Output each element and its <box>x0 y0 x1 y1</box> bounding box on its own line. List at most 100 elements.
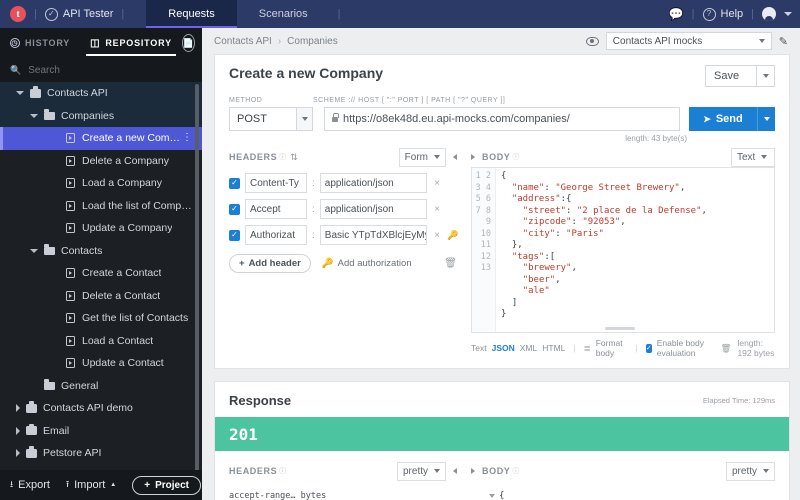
response-body-code[interactable]: { id: "0e8cedd0-ad98-11e6-bf2e-47644ada7… <box>471 489 775 500</box>
tree-item[interactable]: Update a Contact <box>0 352 202 375</box>
breadcrumb-item-0[interactable]: Contacts API <box>214 36 272 47</box>
header-key-input[interactable]: Authorizat <box>245 225 307 245</box>
tab-requests[interactable]: Requests <box>146 0 236 28</box>
tree-item-label: Delete a Company <box>82 155 169 167</box>
tree-item[interactable]: Update a Company <box>0 217 202 240</box>
document-icon[interactable]: 📄 <box>182 34 195 52</box>
sidebar-tab-history[interactable]: ◷ HISTORY <box>0 28 80 58</box>
import-button[interactable]: ⭱ Import ▲ <box>66 477 116 493</box>
sidebar-tab-repository[interactable]: ◫ REPOSITORY <box>80 28 182 58</box>
key-icon[interactable]: 🔑 <box>447 230 457 241</box>
close-icon[interactable]: × <box>432 230 442 241</box>
tree-item-label: Petstore API <box>43 447 101 459</box>
tree-item[interactable]: Create a new Company⋮ <box>0 127 202 150</box>
format-body-label[interactable]: Format body <box>596 338 628 358</box>
format-json[interactable]: JSON <box>492 343 515 353</box>
mock-environment-select[interactable]: Contacts API mocks <box>606 32 772 50</box>
format-xml[interactable]: XML <box>520 343 537 353</box>
chevron-down-icon[interactable] <box>16 91 24 95</box>
tree-item[interactable]: Get the list of Contacts <box>0 307 202 330</box>
chevron-down-icon[interactable] <box>30 249 38 253</box>
sort-icon[interactable]: ⇅ <box>290 152 298 163</box>
eye-icon[interactable] <box>586 37 599 46</box>
header-enabled-checkbox[interactable]: ✓ <box>229 204 240 215</box>
scroll-area[interactable]: Create a new Company Save METHOD SCHEME … <box>202 54 800 500</box>
header-value-input[interactable]: Basic YTpTdXBlcjEyMy <box>320 225 427 245</box>
header-enabled-checkbox[interactable]: ✓ <box>229 178 240 189</box>
mock-controls: Contacts API mocks ✎ <box>586 32 788 50</box>
chevron-right-icon[interactable] <box>16 427 20 435</box>
header-row: ✓Content-Ty:application/json× <box>229 173 457 193</box>
info-icon[interactable]: ⓘ <box>512 152 519 162</box>
new-project-button[interactable]: + Project <box>132 476 201 495</box>
tree-item[interactable]: Contacts API <box>0 82 202 105</box>
chevron-right-icon[interactable] <box>16 449 20 457</box>
help-button[interactable]: ? Help <box>703 8 744 21</box>
format-html[interactable]: HTML <box>542 343 565 353</box>
body-mode-select[interactable]: Text <box>731 148 775 167</box>
trash-icon[interactable]: 🗑 <box>444 258 457 269</box>
headers-mode-select[interactable]: Form <box>399 148 446 167</box>
header-key-input[interactable]: Accept <box>245 199 307 219</box>
breadcrumb-item-1[interactable]: Companies <box>287 36 338 47</box>
url-input[interactable]: https://o8ek48d.eu.api-mocks.com/compani… <box>324 107 680 131</box>
tree-item[interactable]: General <box>0 375 202 398</box>
request-body-editor[interactable]: 1 2 3 4 5 6 7 8 9 10 11 12 13 { "name": … <box>471 167 775 333</box>
info-icon[interactable]: ⓘ <box>279 152 286 162</box>
response-body-mode-select[interactable]: pretty <box>726 462 775 481</box>
tree-item[interactable]: Load the list of Compan... <box>0 195 202 218</box>
chevron-right-icon[interactable] <box>16 404 20 412</box>
tree-item[interactable]: Contacts API demo <box>0 397 202 420</box>
chevron-right-icon[interactable] <box>471 468 475 474</box>
product-name[interactable]: ✓ API Tester <box>45 8 114 21</box>
export-button[interactable]: ⭳ Export <box>10 477 50 493</box>
tree-item[interactable]: Load a Company <box>0 172 202 195</box>
chevron-down-icon[interactable] <box>784 12 792 16</box>
save-button[interactable]: Save <box>705 65 757 87</box>
enable-body-evaluation-checkbox[interactable]: ✓ <box>646 344 652 353</box>
add-header-button[interactable]: + Add header <box>229 254 311 273</box>
header-key-input[interactable]: Content-Ty <box>245 173 307 193</box>
tree-item-label: Load a Company <box>82 177 162 189</box>
collapse-triangle-icon[interactable] <box>489 494 495 498</box>
method-select[interactable]: POST <box>229 107 297 131</box>
tree-item[interactable]: Petstore API <box>0 442 202 465</box>
sidebar-scrollbar[interactable] <box>195 84 199 470</box>
header-value-input[interactable]: application/json <box>320 199 427 219</box>
add-authorization-button[interactable]: 🔑 Add authorization <box>322 258 412 269</box>
pencil-icon[interactable]: ✎ <box>779 35 788 48</box>
tree-item[interactable]: Companies <box>0 105 202 128</box>
send-button[interactable]: ➤ Send <box>689 107 757 131</box>
tree-item[interactable]: Delete a Company <box>0 150 202 173</box>
editor-code[interactable]: { "name": "George Street Brewery", "addr… <box>496 168 774 332</box>
send-dropdown-button[interactable] <box>757 107 775 131</box>
chat-icon[interactable]: 💬 <box>669 7 684 21</box>
app-logo-icon[interactable]: t <box>10 6 26 22</box>
tree-item[interactable]: Contacts <box>0 240 202 263</box>
search-input[interactable]: Search <box>28 65 60 76</box>
editor-scrollbar[interactable] <box>605 327 635 330</box>
tree-item[interactable]: Create a Contact <box>0 262 202 285</box>
trash-icon[interactable]: 🗑 <box>721 343 732 354</box>
chevron-right-icon[interactable] <box>471 154 475 160</box>
row-menu-icon[interactable]: ⋮ <box>182 133 192 143</box>
save-dropdown-button[interactable] <box>757 65 775 87</box>
info-icon[interactable]: ⓘ <box>512 466 519 476</box>
close-icon[interactable]: × <box>432 204 442 215</box>
method-dropdown-button[interactable] <box>297 107 313 131</box>
add-authorization-label: Add authorization <box>338 258 412 269</box>
chevron-down-icon[interactable] <box>30 114 38 118</box>
tab-scenarios[interactable]: Scenarios <box>237 0 330 28</box>
header-value-input[interactable]: application/json <box>320 173 427 193</box>
tree-item[interactable]: Load a Contact <box>0 330 202 353</box>
sidebar-search[interactable]: 🔍 Search <box>0 58 202 82</box>
close-icon[interactable]: × <box>432 178 442 189</box>
response-headers-mode-select[interactable]: pretty <box>397 462 446 481</box>
info-icon[interactable]: ⓘ <box>279 466 286 476</box>
format-text[interactable]: Text <box>471 343 487 353</box>
tree-item[interactable]: Email <box>0 420 202 443</box>
header-enabled-checkbox[interactable]: ✓ <box>229 230 240 241</box>
avatar-icon[interactable] <box>762 7 776 21</box>
tree-item[interactable]: Delete a Contact <box>0 285 202 308</box>
request-icon <box>66 336 75 346</box>
